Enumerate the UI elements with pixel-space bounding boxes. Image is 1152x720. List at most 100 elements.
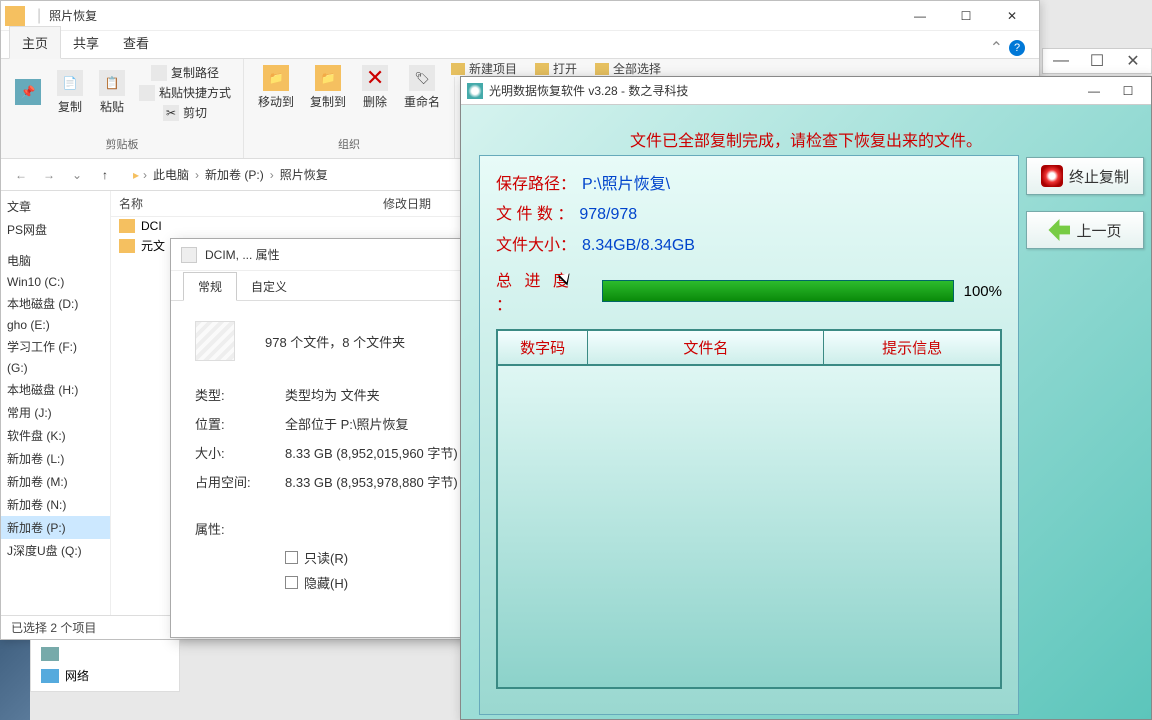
moveto-button[interactable]: 📁移动到 bbox=[252, 63, 300, 112]
bg-minimize-button[interactable]: — bbox=[1043, 49, 1079, 73]
maximize-button[interactable]: ☐ bbox=[943, 2, 989, 30]
sidebar-item[interactable]: J深度U盘 (Q:) bbox=[1, 539, 110, 562]
files-stack-icon bbox=[195, 321, 235, 361]
bg-close-button[interactable]: ✕ bbox=[1115, 49, 1151, 73]
paste-button[interactable]: 📋粘贴 bbox=[93, 63, 131, 122]
attributes-label: 属性: bbox=[195, 519, 285, 538]
stop-icon bbox=[1041, 165, 1063, 187]
sidebar-item[interactable]: 文章 bbox=[1, 195, 110, 218]
location-value: 全部位于 P:\照片恢复 bbox=[285, 414, 409, 433]
app-icon bbox=[467, 83, 483, 99]
completion-banner: 文件已全部复制完成，请检查下恢复出来的文件。 bbox=[461, 105, 1151, 161]
col-code[interactable]: 数字码 bbox=[498, 331, 588, 364]
ribbon-group-clipboard: 📌 📄复制 📋粘贴 复制路径 粘贴快捷方式 ✂剪切 剪贴板 bbox=[1, 59, 244, 158]
nav-up-button[interactable]: ↑ bbox=[93, 163, 117, 187]
file-count-label: 文 件 数 ： bbox=[496, 206, 573, 223]
title-divider: | bbox=[37, 7, 41, 25]
sidebar-item[interactable]: 本地磁盘 (D:) bbox=[1, 292, 110, 315]
document-icon bbox=[181, 247, 197, 263]
properties-title: DCIM, ... 属性 bbox=[205, 246, 280, 263]
col-filename[interactable]: 文件名 bbox=[588, 331, 824, 364]
sidebar-extra-items: 网络 bbox=[30, 640, 180, 692]
location-label: 位置: bbox=[195, 414, 285, 433]
sidebar-item[interactable]: 常用 (J:) bbox=[1, 401, 110, 424]
delete-button[interactable]: ✕删除 bbox=[356, 63, 394, 112]
sidebar-item[interactable]: Win10 (C:) bbox=[1, 272, 110, 292]
new-item-button[interactable]: 新建项目 bbox=[451, 60, 517, 77]
size-label: 大小: bbox=[195, 443, 285, 462]
cut-button[interactable]: ✂剪切 bbox=[135, 103, 235, 122]
background-window-controls: — ☐ ✕ bbox=[1042, 48, 1152, 74]
col-modified[interactable]: 修改日期 bbox=[383, 195, 431, 212]
col-name[interactable]: 名称 bbox=[119, 195, 143, 212]
truncated-ribbon-items: 新建项目 打开 全部选择 bbox=[439, 59, 839, 77]
type-label: 类型: bbox=[195, 385, 285, 404]
tab-home[interactable]: 主页 bbox=[9, 26, 61, 59]
recovery-maximize-button[interactable]: ☐ bbox=[1111, 84, 1145, 98]
sidebar-item-network[interactable]: 网络 bbox=[41, 664, 169, 687]
tab-general[interactable]: 常规 bbox=[183, 272, 237, 301]
sidebar-item[interactable]: (G:) bbox=[1, 358, 110, 378]
sidebar-item[interactable]: gho (E:) bbox=[1, 315, 110, 335]
sidebar-item-selected[interactable]: 新加卷 (P:) bbox=[1, 516, 110, 539]
nav-back-button[interactable]: ← bbox=[9, 163, 33, 187]
recovery-titlebar[interactable]: 光明数据恢复软件 v3.28 - 数之寻科技 — ☐ bbox=[461, 77, 1151, 105]
sidebar-item[interactable]: PS网盘 bbox=[1, 218, 110, 241]
sidebar-item[interactable]: 本地磁盘 (H:) bbox=[1, 378, 110, 401]
sidebar-item[interactable]: 新加卷 (L:) bbox=[1, 447, 110, 470]
prev-page-button[interactable]: 上一页 bbox=[1026, 211, 1144, 249]
sidebar-item[interactable]: 电脑 bbox=[1, 249, 110, 272]
summary-text: 978 个文件，8 个文件夹 bbox=[265, 332, 405, 351]
stop-copy-button[interactable]: 终止复制 bbox=[1026, 157, 1144, 195]
collapse-ribbon-icon[interactable]: ⌃ bbox=[990, 38, 1003, 58]
folder-icon bbox=[119, 239, 135, 253]
size-value: 8.33 GB (8,952,015,960 字节) bbox=[285, 443, 458, 462]
copyto-button[interactable]: 📁复制到 bbox=[304, 63, 352, 112]
recovery-app-window: 光明数据恢复软件 v3.28 - 数之寻科技 — ☐ 文件已全部复制完成，请检查… bbox=[460, 76, 1152, 720]
recovery-minimize-button[interactable]: — bbox=[1077, 84, 1111, 98]
file-size-label: 文件大小： bbox=[496, 237, 576, 254]
pin-button[interactable]: 📌 bbox=[9, 63, 47, 122]
sidebar-item[interactable]: 软件盘 (K:) bbox=[1, 424, 110, 447]
sidebar-item[interactable] bbox=[41, 644, 169, 664]
ribbon-group-organize: 📁移动到 📁复制到 ✕删除 🏷重命名 组织 bbox=[244, 59, 455, 158]
window-title: 照片恢复 bbox=[49, 7, 97, 24]
arrow-left-icon bbox=[1048, 219, 1070, 241]
tab-share[interactable]: 共享 bbox=[61, 27, 111, 58]
save-path-label: 保存路径： bbox=[496, 176, 576, 193]
bg-maximize-button[interactable]: ☐ bbox=[1079, 49, 1115, 73]
navigation-pane[interactable]: 文章 PS网盘 电脑 Win10 (C:) 本地磁盘 (D:) gho (E:)… bbox=[1, 191, 111, 615]
selection-status: 已选择 2 个项目 bbox=[11, 619, 96, 636]
nav-forward-button[interactable]: → bbox=[37, 163, 61, 187]
select-all-button[interactable]: 全部选择 bbox=[595, 60, 661, 77]
group-label-clipboard: 剪贴板 bbox=[106, 134, 139, 154]
open-button[interactable]: 打开 bbox=[535, 60, 577, 77]
paste-shortcut-button[interactable]: 粘贴快捷方式 bbox=[135, 83, 235, 102]
tab-view[interactable]: 查看 bbox=[111, 27, 161, 58]
tab-custom[interactable]: 自定义 bbox=[237, 273, 301, 300]
close-button[interactable]: ✕ bbox=[989, 2, 1035, 30]
help-icon[interactable]: ? bbox=[1009, 40, 1025, 56]
copy-button[interactable]: 📄复制 bbox=[51, 63, 89, 122]
file-count-value: 978/978 bbox=[579, 206, 637, 223]
file-size-value: 8.34GB/8.34GB bbox=[582, 237, 695, 254]
col-hint[interactable]: 提示信息 bbox=[824, 331, 1000, 364]
save-path-value: P:\照片恢复\ bbox=[582, 176, 670, 193]
crumb-folder[interactable]: 照片恢复 bbox=[278, 166, 330, 183]
folder-icon bbox=[5, 6, 25, 26]
sidebar-item[interactable]: 新加卷 (M:) bbox=[1, 470, 110, 493]
crumb-volume[interactable]: 新加卷 (P:) bbox=[203, 166, 266, 183]
progress-label: 总 进 度 ： bbox=[496, 267, 596, 315]
ondisk-label: 占用空间: bbox=[195, 472, 285, 491]
progress-percent: 100% bbox=[964, 283, 1002, 300]
nav-dropdown-icon[interactable]: ⌄ bbox=[65, 163, 89, 187]
crumb-this-pc[interactable]: 此电脑 bbox=[151, 166, 191, 183]
sidebar-item[interactable]: 新加卷 (N:) bbox=[1, 493, 110, 516]
minimize-button[interactable]: — bbox=[897, 2, 943, 30]
result-table: 数字码 文件名 提示信息 bbox=[496, 329, 1002, 689]
ondisk-value: 8.33 GB (8,953,978,880 字节) bbox=[285, 472, 458, 491]
ribbon-tabs: 主页 共享 查看 ⌃ ? bbox=[1, 31, 1039, 59]
copy-path-button[interactable]: 复制路径 bbox=[135, 63, 235, 82]
sidebar-item[interactable]: 学习工作 (F:) bbox=[1, 335, 110, 358]
group-label-organize: 组织 bbox=[338, 134, 360, 154]
